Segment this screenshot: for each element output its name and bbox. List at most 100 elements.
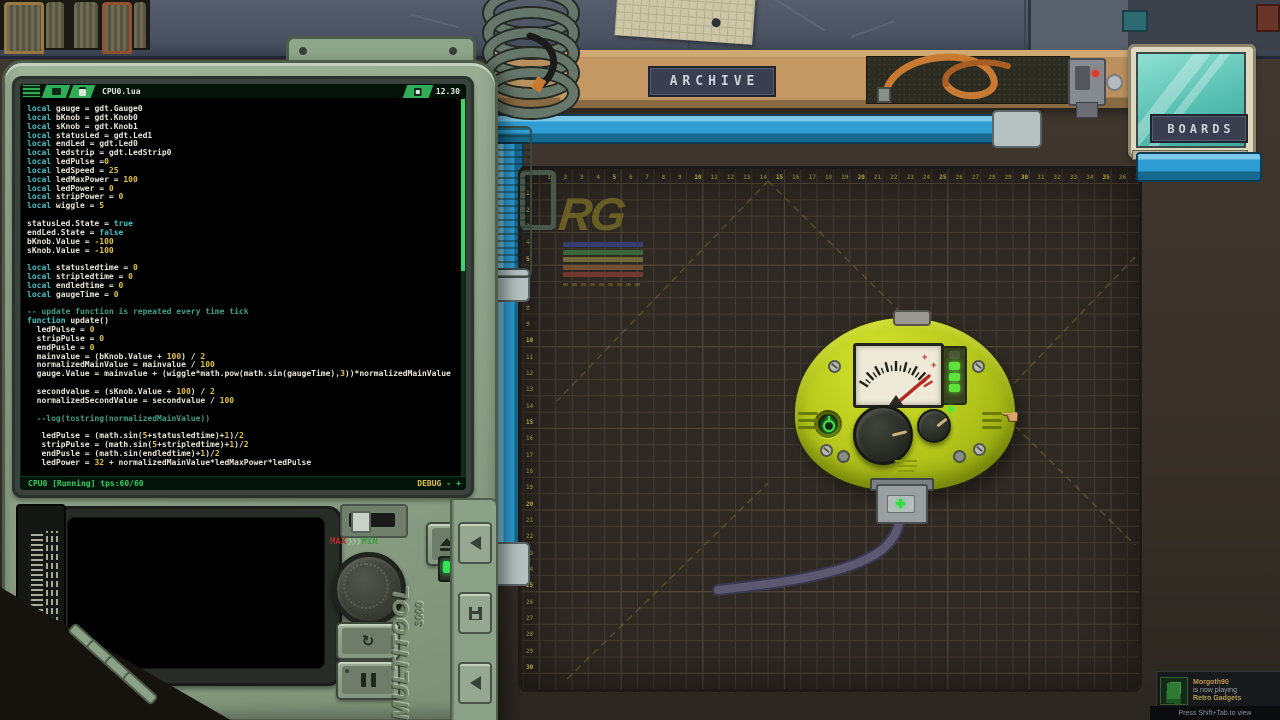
svg-text:+: + [922,353,928,363]
triangle-icon [470,676,481,690]
side-rail [450,498,498,720]
document-icon [79,87,86,96]
black-cable [520,30,580,100]
gray-led [837,450,850,463]
archive-sign[interactable]: ARCHIVE [648,66,776,97]
led-cell [949,362,960,370]
pin-icon [711,18,721,28]
teal-chip-decor [1122,10,1148,32]
gadget-icon [52,88,61,95]
rail-button-up[interactable] [458,522,492,564]
gauge-needle [896,376,929,404]
power-button[interactable] [814,410,842,438]
scratch-mark [774,0,826,32]
knob-pointer [936,418,947,428]
retro-gadgets-workbench: ARCHIVE BOARDS 1234567891 [0,0,1280,720]
vent-right [982,412,1002,433]
gray-led [953,450,966,463]
min-label: MIN [362,537,378,547]
cpu-status: CPU0 [Running] tps:60/60 [28,479,144,488]
triangle-icon [470,536,481,550]
rail-button-down[interactable] [458,662,492,704]
chip-icon [414,87,422,95]
brand-label: MULTITOOL [388,510,414,720]
scrollbar-thumb[interactable] [461,99,465,271]
round-button-decor [1106,74,1123,91]
plus-led-icon [896,502,905,505]
chevrons-icon: ❯❯❯ [347,537,360,547]
tab-assets[interactable] [69,85,96,98]
scrollbar-track[interactable] [461,99,465,477]
cam-lens [1075,66,1090,90]
slider-knob[interactable] [351,511,371,533]
code-screen[interactable]: CPU0.lua 12.30 local gauge = gdt.Gauge0l… [20,84,466,490]
logo-stripe [563,257,643,262]
scratch-mark [411,14,460,29]
bottom-vent-marks [889,460,923,475]
boards-sign[interactable]: BOARDS [1150,114,1248,143]
analog-gauge: + + [853,343,944,408]
pause-led [345,669,349,673]
power-icon-bar [828,416,830,422]
orange-coil-cable [866,40,1076,106]
gadget-device[interactable]: + + [790,312,1020,532]
steam-overlay-hint: Press Shift+Tab to view [1150,706,1280,720]
logo-stripe [563,272,643,277]
mat-logo-stripes [563,242,643,280]
editor-topbar: CPU0.lua 12.30 [20,84,466,98]
restart-icon: ↻ [362,632,375,650]
cam-red-led [1092,70,1099,77]
rail-button-save[interactable] [458,592,492,634]
avatar [1160,677,1188,705]
steam-username: Morgoth90 [1193,679,1241,687]
mat-logo-text: RG [556,187,627,241]
cam-stand [1076,102,1098,118]
editor-statusbar: CPU0 [Running] tps:60/60 DEBUG - + [20,476,466,490]
model-label: 3000 [414,582,426,626]
logo-stripe [563,250,643,255]
gauge-face: + + [856,346,941,405]
file-folder [74,2,98,48]
screw-icon [449,47,457,55]
file-folder [4,2,44,54]
small-knob[interactable] [917,409,951,443]
multitool-device: CPU0.lua 12.30 local gauge = gdt.Gauge0l… [2,54,502,720]
zoom-in-button[interactable]: + [456,479,461,488]
pause-icon [361,673,366,687]
multitool-display-screen [67,517,325,669]
connector-plate [887,495,915,513]
clock-readout: 12.30 [436,87,460,96]
file-folder [102,2,132,54]
led-cell [949,351,960,359]
zoom-out-button[interactable]: - [446,479,451,488]
blue-pipe-cabinet [1136,152,1262,182]
logo-stripe [563,242,643,247]
steam-game-name: Retro Gadgets [1193,695,1241,703]
max-label: MAX [330,537,346,547]
screw-icon [299,47,307,55]
code-area[interactable]: local gauge = gdt.Gauge0local bKnob = gd… [27,104,451,467]
connector-port[interactable] [876,484,928,524]
floppy-icon [469,607,482,620]
vent-left [798,412,818,433]
file-slots-shelf [0,0,150,50]
debug-label[interactable]: DEBUG [417,479,441,488]
steam-notification[interactable]: Morgoth90 is now playing Retro Gadgets [1156,671,1280,711]
cartridge-led-light [443,561,450,573]
hand-cursor-icon: ☚ [1002,406,1019,429]
led-strip [942,346,967,405]
tab-help[interactable] [403,85,434,98]
menu-icon[interactable] [21,84,42,98]
big-knob[interactable] [853,405,913,465]
tab-gadget[interactable] [42,85,71,98]
pipe-elbow [992,110,1042,148]
screw-icon [828,360,841,373]
steam-status-line: is now playing [1193,687,1241,695]
knob-pointer [892,430,907,437]
pause-icon [371,673,376,687]
file-title: CPU0.lua [102,87,141,96]
screw-icon [973,443,986,456]
mat-logo-small-text [563,283,643,286]
svg-text:+: + [931,361,937,371]
led-cell [949,373,960,381]
